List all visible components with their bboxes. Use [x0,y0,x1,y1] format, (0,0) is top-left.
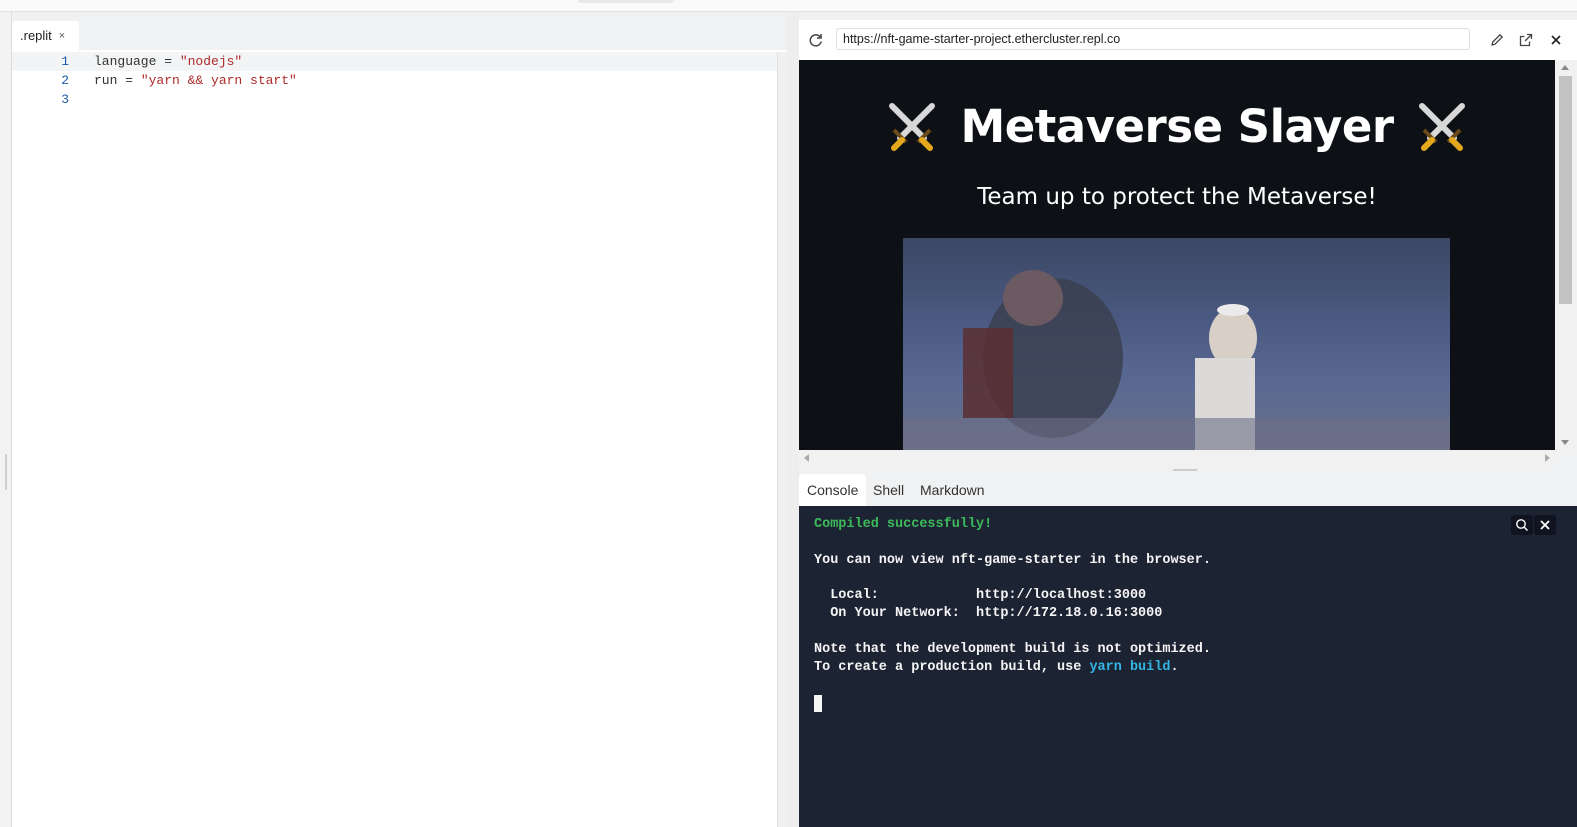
split-resize-handle[interactable] [1173,469,1197,471]
code-area[interactable]: 1 language = "nodejs" 2 run = "yarn && y… [12,52,778,109]
scroll-right-icon[interactable] [1545,454,1550,462]
webview-vertical-scrollbar[interactable] [1555,60,1577,450]
scroll-up-icon[interactable] [1561,65,1569,70]
console-output[interactable]: Compiled successfully! You can now view … [799,506,1577,827]
tab-markdown[interactable]: Markdown [912,474,993,506]
url-input[interactable] [836,28,1470,50]
tab-console[interactable]: Console [799,474,867,506]
terminal-cursor [814,695,822,712]
top-bar [0,0,1577,12]
url-bar [799,20,1577,61]
line-number: 2 [61,73,69,88]
console-search-button[interactable] [1511,515,1533,535]
console-line: To create a production build, use yarn b… [814,660,1179,675]
left-sidebar-strip [0,12,12,827]
code-text: language = "nodejs" [94,54,243,69]
scrollbar-thumb[interactable] [1559,76,1572,304]
tab-close-icon[interactable]: × [59,30,65,42]
scroll-left-icon[interactable] [804,454,809,462]
site-content: Metaverse Slayer Team up to protect the … [799,60,1555,450]
resize-grip[interactable] [5,454,7,490]
console-line-local: Local: http://localhost:3000 [814,588,1147,603]
crossed-swords-icon [1418,103,1465,151]
close-icon [1540,520,1550,530]
crossed-swords-icon [889,103,936,151]
gif-scene [903,270,1450,450]
compiled-message: Compiled successfully! [814,517,993,532]
hero-gif-image [903,238,1450,450]
webview-panel: Metaverse Slayer Team up to protect the … [799,20,1577,466]
console-line: You can now view nft-game-starter in the… [814,553,1211,568]
webview-horizontal-scrollbar[interactable] [799,450,1555,466]
console-tab-bar: Console Shell Markdown [799,474,1577,506]
console-line-network: On Your Network: http://172.18.0.16:3000 [814,606,1163,621]
code-line[interactable]: 3 [12,90,778,109]
code-text: run = "yarn && yarn start" [94,73,297,88]
reload-icon[interactable] [807,31,825,49]
editor-tab-replit[interactable]: .replit × [12,21,79,50]
pencil-icon[interactable] [1488,31,1506,49]
line-number: 3 [61,92,69,107]
open-external-icon[interactable] [1517,31,1535,49]
site-header: Metaverse Slayer [799,96,1555,156]
console-clear-button[interactable] [1534,515,1556,535]
code-line[interactable]: 1 language = "nodejs" [12,52,778,71]
code-line[interactable]: 2 run = "yarn && yarn start" [12,71,778,90]
editor-tab-bar: .replit × [12,12,798,50]
yarn-build-command: yarn build [1089,660,1171,675]
site-title: Metaverse Slayer [960,99,1394,153]
scroll-down-icon[interactable] [1561,440,1569,445]
tab-shell[interactable]: Shell [865,474,912,506]
close-icon[interactable] [1547,31,1565,49]
top-drag-handle[interactable] [578,0,674,3]
console-line: Note that the development build is not o… [814,642,1211,657]
search-icon [1516,519,1528,531]
line-number: 1 [61,54,69,69]
pane-divider[interactable] [786,12,799,827]
code-editor: .replit × 1 language = "nodejs" 2 run = … [12,12,798,827]
site-subtitle: Team up to protect the Metaverse! [977,184,1377,210]
editor-tab-label: .replit [20,28,52,43]
